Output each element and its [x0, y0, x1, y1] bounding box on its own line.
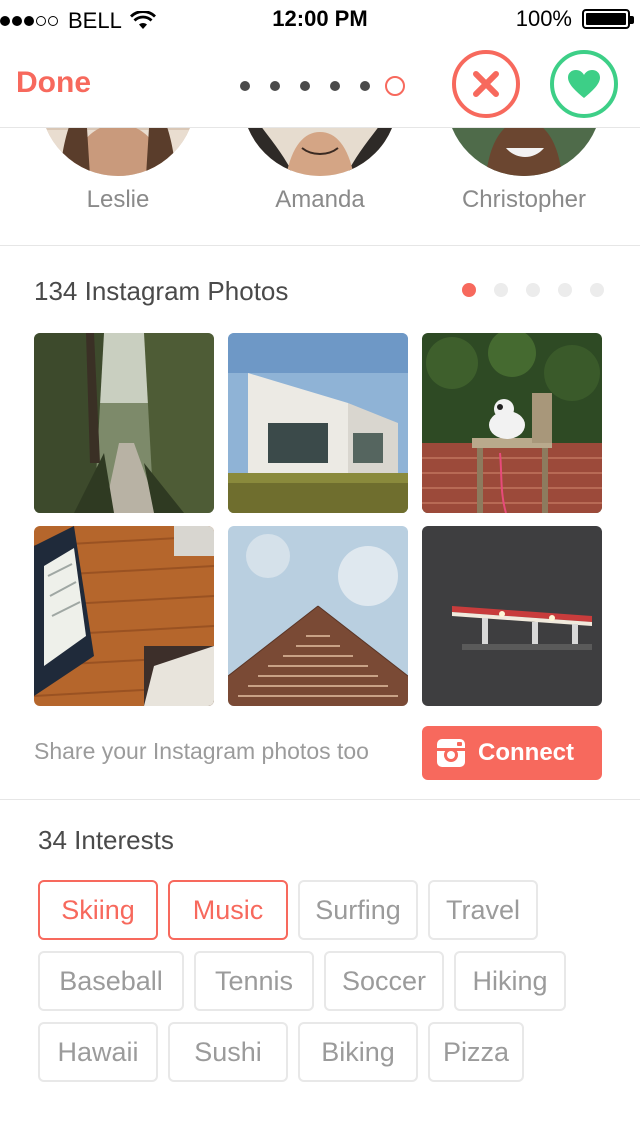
instagram-photo-dog-on-chair[interactable]	[422, 333, 602, 513]
page-dot-current	[385, 76, 405, 96]
interest-chip-pizza[interactable]: Pizza	[428, 1022, 524, 1082]
page-dot-current	[462, 283, 476, 297]
interest-chip-music[interactable]: Music	[168, 880, 288, 940]
instagram-icon	[437, 739, 465, 767]
like-button[interactable]	[550, 50, 618, 118]
instagram-connect-button[interactable]: Connect	[422, 726, 602, 780]
instagram-photo-forest-path[interactable]	[34, 333, 214, 513]
close-x-icon	[473, 71, 499, 97]
page-dot	[590, 283, 604, 297]
battery-icon	[582, 9, 634, 29]
interests-title: 34 Interests	[38, 825, 174, 855]
instagram-share-text: Share your Instagram photos too	[34, 738, 369, 764]
interest-chip-sushi[interactable]: Sushi	[168, 1022, 288, 1082]
instagram-photo-tower[interactable]	[228, 526, 408, 706]
friend-avatar	[446, 128, 602, 176]
page-dot	[526, 283, 540, 297]
instagram-photo-modern-house[interactable]	[228, 333, 408, 513]
instagram-photo-gas-station[interactable]	[422, 526, 602, 706]
instagram-page-indicator	[444, 283, 604, 297]
nope-button[interactable]	[452, 50, 520, 118]
interest-chip-hawaii[interactable]: Hawaii	[38, 1022, 158, 1082]
instagram-photo-wood-floor[interactable]	[34, 526, 214, 706]
friend-avatar	[242, 128, 398, 176]
page-dot	[494, 283, 508, 297]
battery-percentage: 100%	[515, 6, 572, 31]
interest-chip-travel[interactable]: Travel	[428, 880, 538, 940]
status-bar: BELL 12:00 PM 100%	[0, 0, 640, 40]
friend-name: Christopher	[461, 186, 587, 213]
friend-name: Amanda	[275, 186, 365, 213]
done-button[interactable]: Done	[16, 66, 91, 100]
page-dot	[558, 283, 572, 297]
friend-name: Leslie	[86, 186, 150, 213]
interest-chip-biking[interactable]: Biking	[298, 1022, 418, 1082]
interest-chip-hiking[interactable]: Hiking	[454, 951, 566, 1011]
page-dot	[240, 81, 250, 91]
page-dot	[270, 81, 280, 91]
common-friends-row: Leslie Amanda Christopher	[0, 128, 640, 246]
nav-bar: Done	[0, 40, 640, 128]
profile-page-indicator	[240, 76, 405, 96]
instagram-section: 134 Instagram Photos Share your Instagra…	[0, 246, 640, 800]
instagram-title: 134 Instagram Photos	[34, 276, 289, 306]
page-dot	[330, 81, 340, 91]
status-right: 100%	[515, 6, 634, 32]
interest-chip-baseball[interactable]: Baseball	[38, 951, 184, 1011]
interest-chip-soccer[interactable]: Soccer	[324, 951, 444, 1011]
connect-label: Connect	[478, 739, 574, 766]
interest-chip-skiing[interactable]: Skiing	[38, 880, 158, 940]
page-dot	[300, 81, 310, 91]
heart-icon	[568, 70, 600, 98]
interest-chip-surfing[interactable]: Surfing	[298, 880, 418, 940]
battery-fill	[586, 13, 626, 25]
page-dot	[360, 81, 370, 91]
interest-chip-tennis[interactable]: Tennis	[194, 951, 314, 1011]
friend-avatar	[40, 128, 196, 176]
